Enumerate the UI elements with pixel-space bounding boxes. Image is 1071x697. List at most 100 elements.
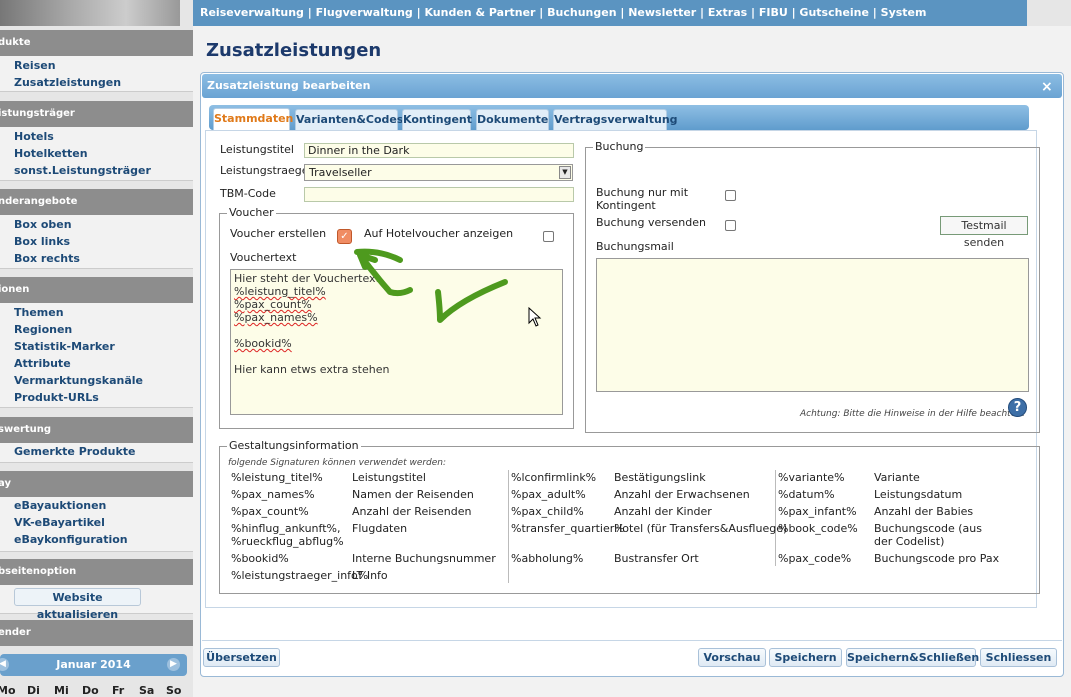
leistungstitel-label: Leistungstitel <box>220 143 294 156</box>
buchung-nur-kontingent-checkbox[interactable] <box>725 190 736 201</box>
weekday: Do <box>82 684 99 697</box>
tab-dokumente[interactable]: Dokumente <box>476 109 549 130</box>
signature-desc: Hotel (für Transfers&Ausfluege) <box>614 522 788 535</box>
calendar-month-label: Januar 2014 <box>56 658 131 671</box>
sidebar-section-sonderangebote: nderangebote <box>0 189 193 215</box>
tab-vertragsverwaltung[interactable]: Vertragsverwaltung <box>553 109 678 130</box>
buchungsmail-textarea[interactable] <box>596 258 1029 392</box>
signature-desc: Anzahl der Erwachsenen <box>614 488 750 501</box>
weekday: So <box>166 684 182 697</box>
sidebar-item-box-oben[interactable]: Box oben <box>14 218 72 231</box>
sidebar-section-title: bseitenoption <box>0 566 77 577</box>
uebersetzen-button[interactable]: Übersetzen <box>203 648 280 667</box>
leistungstitel-input[interactable]: Dinner in the Dark <box>304 143 574 158</box>
sidebar-item-regionen[interactable]: Regionen <box>14 323 72 336</box>
buchungsmail-label: Buchungsmail <box>596 240 674 253</box>
signature-desc: Namen der Reisenden <box>352 488 474 501</box>
tab-kontingent[interactable]: Kontingent <box>402 109 472 130</box>
sidebar-item-themen[interactable]: Themen <box>14 306 64 319</box>
sidebar-item-sonst-leistungstraeger[interactable]: sonst.Leistungsträger <box>14 164 151 177</box>
signature: %abholung% <box>511 552 584 565</box>
hotelvoucher-checkbox[interactable] <box>543 231 554 242</box>
leistungstraeger-select[interactable]: Travelseller ▼ <box>304 164 573 181</box>
calendar-next-icon[interactable]: ▶ <box>167 658 180 671</box>
sidebar-item-gemerkte-produkte[interactable]: Gemerkte Produkte <box>14 445 135 458</box>
signature-desc: LT Info <box>352 569 388 582</box>
page-title: Zusatzleistungen <box>206 40 382 61</box>
signature: %leistungstraeger_info% <box>231 569 369 582</box>
signature-desc: Anzahl der Kinder <box>614 505 712 518</box>
tbm-code-label: TBM-Code <box>220 187 276 200</box>
signature-desc: Buchungscode (aus der Codelist) <box>874 522 982 548</box>
sidebar-item-ebaykonfiguration[interactable]: eBaykonfiguration <box>14 533 128 546</box>
weekday: Fr <box>112 684 125 697</box>
signature: %pax_child% <box>511 505 584 518</box>
leistungstraeger-label: Leistungstraeger <box>220 164 314 177</box>
signature-desc: Leistungsdatum <box>874 488 963 501</box>
signature-desc: Leistungstitel <box>352 471 426 484</box>
signature: %leistung_titel% <box>231 471 323 484</box>
weekday: Mi <box>54 684 69 697</box>
website-aktualisieren-button[interactable]: Website aktualisieren <box>14 588 141 621</box>
help-icon[interactable]: ? <box>1008 398 1027 417</box>
testmail-senden-button[interactable]: Testmail senden <box>940 216 1028 249</box>
sidebar-item-ebayauktionen[interactable]: eBayauktionen <box>14 499 106 512</box>
buchung-versenden-label: Buchung versenden <box>596 216 706 229</box>
speichern-button[interactable]: Speichern <box>769 648 842 667</box>
signature: %variante% <box>778 471 845 484</box>
voucher-legend: Voucher <box>227 206 276 219</box>
signature-desc: Bestätigungslink <box>614 471 706 484</box>
sidebar-item-box-links[interactable]: Box links <box>14 235 70 248</box>
buchung-legend: Buchung <box>593 140 646 153</box>
sidebar-section-ebay: ay <box>0 471 193 497</box>
signature: %pax_count% <box>231 505 309 518</box>
sidebar-item-produkt-urls[interactable]: Produkt-URLs <box>14 391 99 404</box>
signature: %book_code% <box>778 522 858 535</box>
vorschau-button[interactable]: Vorschau <box>698 648 766 667</box>
buchung-versenden-checkbox[interactable] <box>725 220 736 231</box>
sidebar-section-kalender: ender <box>0 620 193 646</box>
sidebar-section-leistungstraeger: istungsträger <box>0 101 193 127</box>
tbm-code-input[interactable] <box>304 187 574 202</box>
tab-varianten-codes[interactable]: Varianten&Codes <box>295 109 403 130</box>
sidebar-item-vermarktungskanaele[interactable]: Vermarktungskanäle <box>14 374 143 387</box>
vouchertext-label: Vouchertext <box>230 251 297 264</box>
column-divider <box>775 470 776 566</box>
annotation-arrow-check-icon <box>354 248 508 323</box>
buchung-nur-kontingent-label: Buchung nur mit Kontingent <box>596 186 689 212</box>
sidebar-section-title: ay <box>0 478 11 489</box>
signature-desc: Flugdaten <box>352 522 408 535</box>
chevron-down-icon[interactable]: ▼ <box>559 166 571 179</box>
sidebar-item-vk-ebayartikel[interactable]: VK-eBayartikel <box>14 516 105 529</box>
speichern-schliessen-button[interactable]: Speichern&Schließen <box>846 648 979 667</box>
tab-stammdaten[interactable]: Stammdaten <box>213 108 293 131</box>
gestaltung-legend: Gestaltungsinformation <box>227 439 361 452</box>
sidebar-section-title: dukte <box>0 37 31 48</box>
sidebar-section-funktionen: ionen <box>0 277 193 303</box>
vouchertext-line: Hier kann etws extra stehen <box>234 363 390 376</box>
schliessen-button[interactable]: Schliessen <box>980 648 1057 667</box>
signature-desc: Buchungscode pro Pax <box>874 552 1000 565</box>
sidebar-section-title: ionen <box>0 284 30 295</box>
sidebar-section-produkte: dukte <box>0 30 193 56</box>
sidebar-item-statistik-marker[interactable]: Statistik-Marker <box>14 340 115 353</box>
top-navigation[interactable]: Reiseverwaltung | Flugverwaltung | Kunde… <box>193 0 1027 26</box>
sidebar-item-zusatzleistungen[interactable]: Zusatzleistungen <box>14 76 121 89</box>
sidebar-item-attribute[interactable]: Attribute <box>14 357 71 370</box>
signature-desc: Interne Buchungsnummer <box>352 552 496 565</box>
gestaltung-note: folgende Signaturen können verwendet wer… <box>228 458 447 468</box>
signature-desc: Variante <box>874 471 920 484</box>
sidebar-item-hotelketten[interactable]: Hotelketten <box>14 147 88 160</box>
signature: %pax_adult% <box>511 488 586 501</box>
hilfe-hinweis: Achtung: Bitte die Hinweise in der Hilfe… <box>800 409 1025 419</box>
signature: %bookid% <box>231 552 289 565</box>
signature-desc: Anzahl der Babies <box>874 505 974 518</box>
sidebar-section-webseitenoption: bseitenoption <box>0 559 193 585</box>
weekday: Sa <box>139 684 155 697</box>
sidebar-item-hotels[interactable]: Hotels <box>14 130 54 143</box>
sidebar-item-reisen[interactable]: Reisen <box>14 59 56 72</box>
signature: %pax_names% <box>231 488 315 501</box>
sidebar-item-box-rechts[interactable]: Box rechts <box>14 252 80 265</box>
signature: %pax_code% <box>778 552 852 565</box>
close-icon[interactable]: × <box>1041 80 1053 94</box>
